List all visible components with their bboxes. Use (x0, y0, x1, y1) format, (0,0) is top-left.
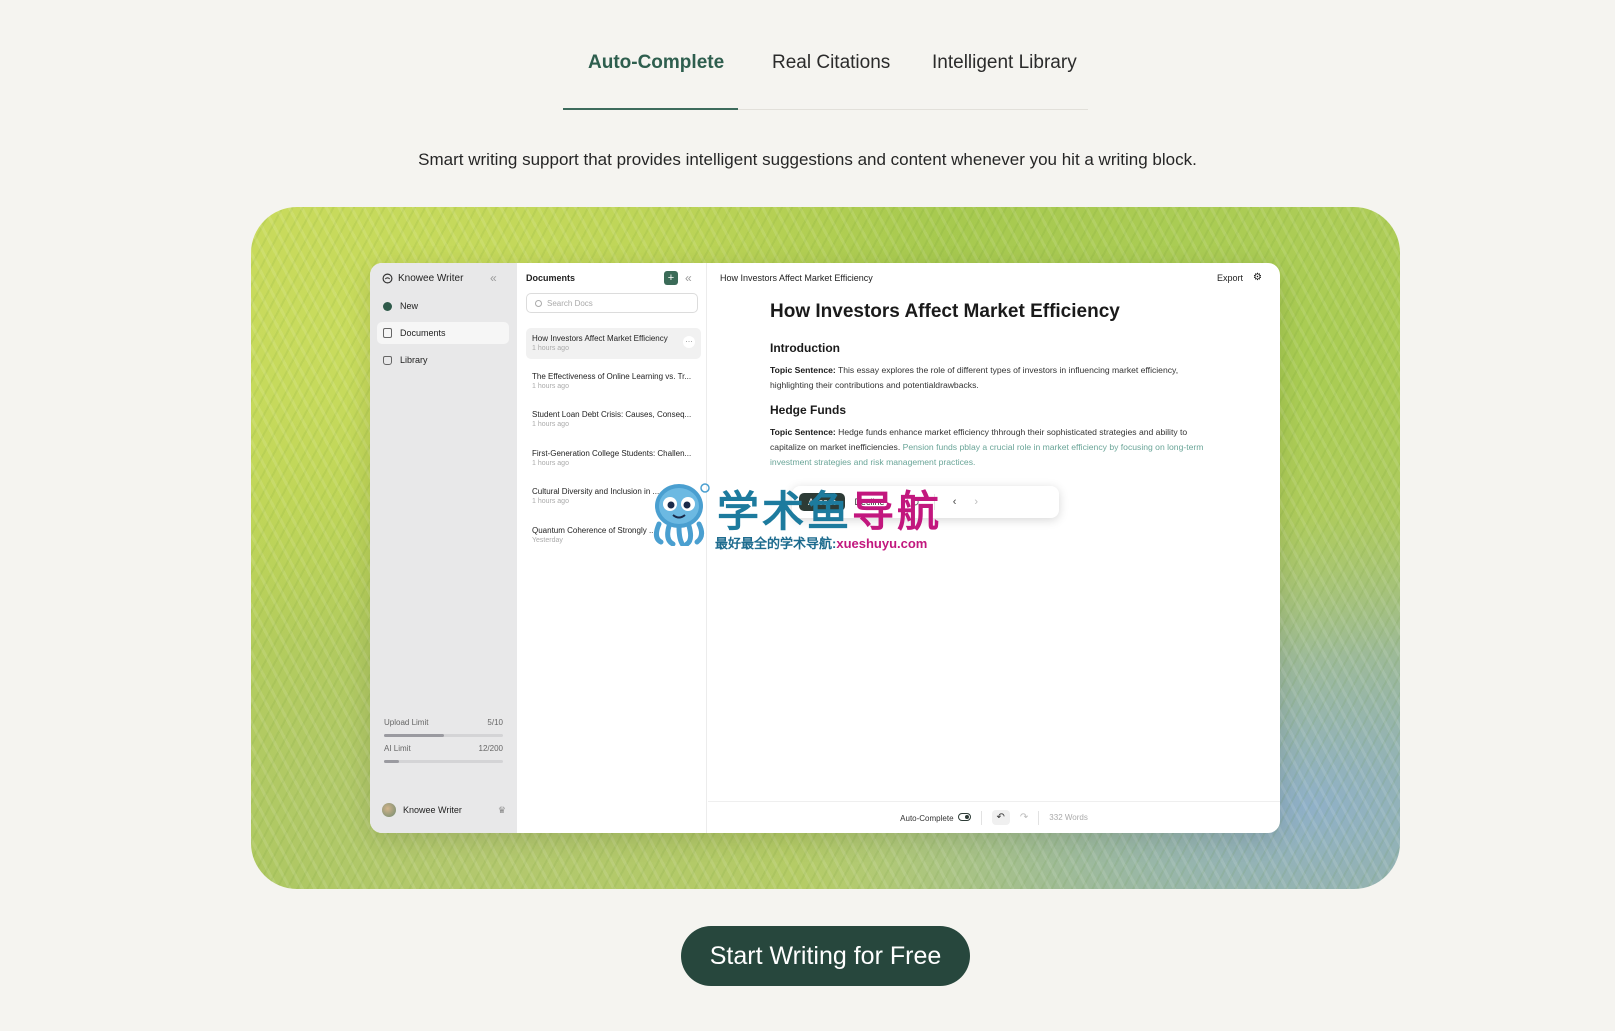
watermark-title-part1: 学术鱼 (717, 488, 853, 535)
sidebar: Knowee Writer « New Documents Library Up… (370, 263, 517, 833)
autocomplete-toggle[interactable]: Auto-Complete (900, 812, 971, 823)
octopus-mascot-icon (653, 483, 710, 546)
gear-icon[interactable]: ⚙ (1253, 272, 1262, 283)
document-title: The Effectiveness of Online Learning vs.… (532, 372, 692, 381)
document-item[interactable]: Student Loan Debt Crisis: Causes, Conseq… (526, 404, 701, 435)
start-writing-button[interactable]: Start Writing for Free (681, 926, 970, 986)
ai-limit-value: 12/200 (478, 744, 503, 753)
topic-sentence-label: Topic Sentence: (770, 427, 836, 437)
upload-limit-label: Upload Limit (384, 718, 429, 727)
ai-limit-fill (384, 760, 400, 763)
document-time: 1 hours ago (532, 383, 569, 390)
watermark-title-part2: 导航 (852, 488, 943, 535)
watermark-subtitle: 最好最全的学术导航:xueshuyu.com (715, 533, 927, 552)
search-placeholder: Search Docs (547, 298, 593, 308)
document-icon (383, 328, 392, 338)
tab-real-citations[interactable]: Real Citations (772, 52, 890, 74)
divider (1038, 810, 1040, 825)
document-time: 1 hours ago (532, 345, 569, 352)
document-item[interactable]: The Effectiveness of Online Learning vs.… (526, 366, 701, 397)
user-name: Knowee Writer (403, 805, 462, 815)
brand[interactable]: Knowee Writer (382, 273, 463, 284)
tab-auto-complete[interactable]: Auto-Complete (588, 52, 724, 74)
active-tab-indicator (563, 108, 738, 110)
feature-tabs: Auto-Complete Real Citations Intelligent… (563, 48, 1088, 110)
document-time: 1 hours ago (532, 421, 569, 428)
document-body[interactable]: How Investors Affect Market Efficiency I… (770, 301, 1210, 470)
more-options-icon[interactable]: … (683, 336, 695, 348)
redo-icon[interactable]: ↷ (1020, 812, 1028, 823)
sidebar-item-documents[interactable]: Documents (377, 322, 509, 344)
sidebar-item-label: New (400, 301, 419, 311)
ai-limit: AI Limit 12/200 (384, 744, 503, 763)
brand-name: Knowee Writer (398, 273, 464, 284)
library-icon (383, 355, 392, 365)
watermark-title: 学术鱼导航 (717, 478, 942, 539)
document-time: 1 hours ago (532, 460, 569, 467)
upload-limit-fill (384, 734, 444, 737)
avatar (382, 803, 396, 817)
collapse-sidebar-icon[interactable]: « (490, 271, 497, 285)
tab-intelligent-library[interactable]: Intelligent Library (932, 52, 1077, 74)
section-paragraph: Topic Sentence: Hedge funds enhance mark… (770, 425, 1210, 470)
sidebar-item-library[interactable]: Library (377, 349, 509, 371)
undo-icon[interactable]: ↶ (991, 810, 1010, 825)
search-input[interactable]: Search Docs (526, 293, 698, 313)
crown-icon[interactable]: ♛ (498, 805, 506, 816)
section-paragraph: Topic Sentence: This essay explores the … (770, 363, 1210, 393)
ai-limit-bar (384, 760, 503, 763)
watermark-url: xueshuyu.com (836, 536, 928, 551)
document-title: Student Loan Debt Crisis: Causes, Conseq… (532, 410, 692, 419)
autocomplete-label: Auto-Complete (900, 813, 954, 823)
sidebar-item-new[interactable]: New (377, 295, 509, 317)
user-profile[interactable]: Knowee Writer ♛ (382, 803, 506, 817)
toggle-switch[interactable] (957, 812, 971, 821)
sidebar-item-label: Documents (400, 328, 446, 338)
collapse-documents-icon[interactable]: « (685, 271, 692, 285)
new-document-button[interactable]: + (664, 271, 678, 285)
document-item[interactable]: First-Generation College Students: Chall… (526, 443, 701, 474)
divider (980, 810, 982, 825)
word-count: 332 Words (1049, 813, 1088, 822)
plus-circle-icon (383, 301, 392, 311)
upload-limit-value: 5/10 (487, 718, 503, 727)
document-heading: How Investors Affect Market Efficiency (770, 301, 1120, 322)
sidebar-item-label: Library (400, 355, 428, 365)
feature-tagline: Smart writing support that provides inte… (418, 150, 1197, 169)
upload-limit-bar (384, 734, 503, 737)
document-title: First-Generation College Students: Chall… (532, 449, 692, 458)
editor-header-title: How Investors Affect Market Efficiency (720, 273, 873, 283)
upload-limit: Upload Limit 5/10 (384, 718, 503, 737)
document-title: How Investors Affect Market Efficiency (532, 334, 668, 343)
document-item[interactable]: How Investors Affect Market Efficiency 1… (526, 328, 701, 359)
brand-logo-icon (382, 273, 393, 284)
export-button[interactable]: Export (1217, 273, 1243, 283)
section-heading: Introduction (770, 341, 840, 355)
ai-limit-label: AI Limit (384, 744, 411, 753)
section-heading: Hedge Funds (770, 403, 847, 417)
search-icon (535, 299, 542, 307)
editor-footer: Auto-Complete ↶ ↷ 332 Words (708, 801, 1280, 833)
watermark: 学术鱼导航 最好最全的学术导航:xueshuyu.com (645, 478, 975, 552)
topic-sentence-label: Topic Sentence: (770, 365, 836, 375)
watermark-subtitle-text: 最好最全的学术导航: (715, 536, 837, 551)
documents-title: Documents (526, 273, 576, 283)
